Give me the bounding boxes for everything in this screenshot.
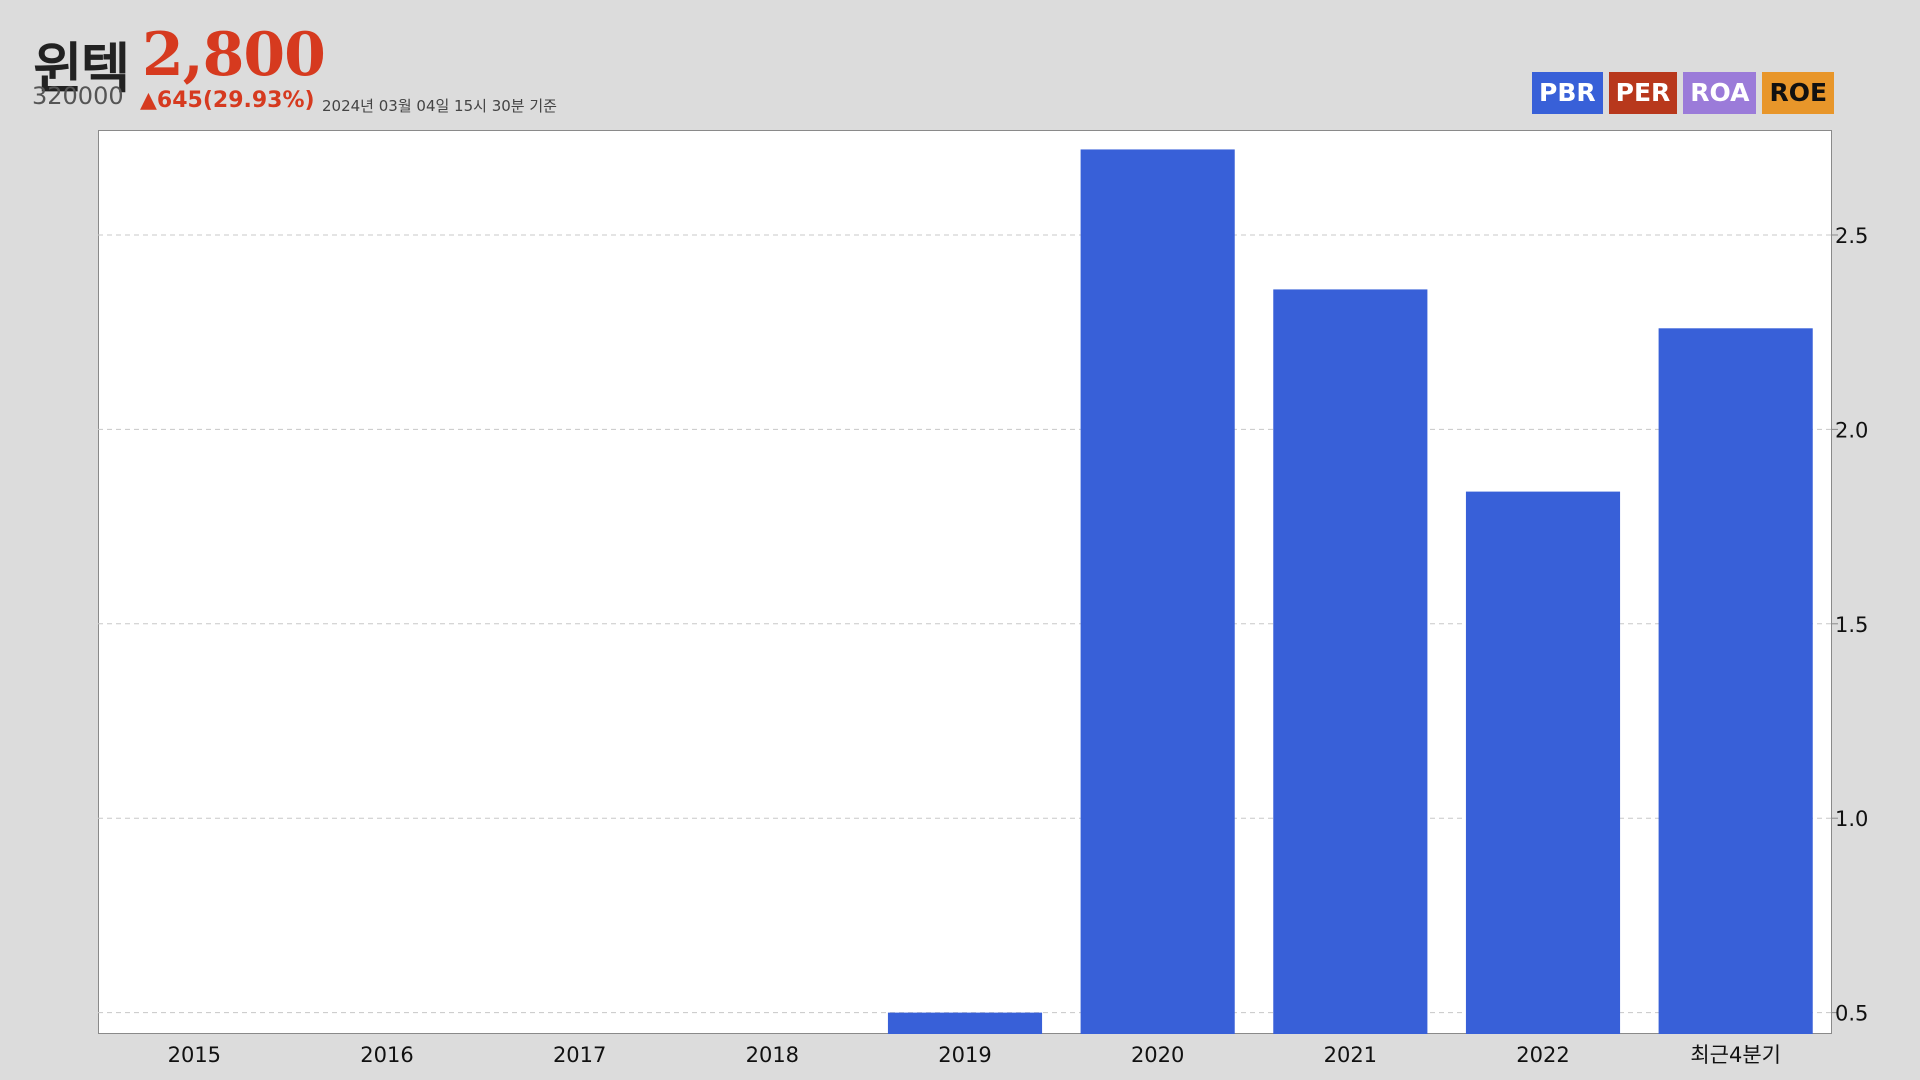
x-tick-label: 2020 <box>1131 1043 1184 1067</box>
y-tick-label: 2.5 <box>1835 224 1868 248</box>
x-tick-label: 최근4분기 <box>1690 1043 1781 1067</box>
x-tick-label: 2016 <box>360 1043 413 1067</box>
x-tick-label: 2015 <box>168 1043 221 1067</box>
bar-2021 <box>1273 289 1428 1034</box>
y-tick-label: 1.5 <box>1835 613 1868 637</box>
y-tick-label: 0.5 <box>1835 1002 1868 1026</box>
bar-chart: 0.5 1.0 1.5 2.0 2.5 2015 2016 2017 2018 2019 2020 2… <box>98 149 1868 1067</box>
bar-2020 <box>1080 149 1235 1034</box>
x-tick-label: 2022 <box>1516 1043 1569 1067</box>
x-tick-label: 2018 <box>746 1043 799 1067</box>
bar-최근4분기 <box>1658 328 1813 1035</box>
y-tick-label: 1.0 <box>1835 807 1868 831</box>
bar-2022 <box>1465 491 1621 1035</box>
x-tick-label: 2019 <box>938 1043 991 1067</box>
y-tick-label: 2.0 <box>1835 418 1868 442</box>
x-tick-label: 2021 <box>1324 1043 1377 1067</box>
x-tick-label: 2017 <box>553 1043 606 1067</box>
bar-2019 <box>887 1012 1043 1034</box>
